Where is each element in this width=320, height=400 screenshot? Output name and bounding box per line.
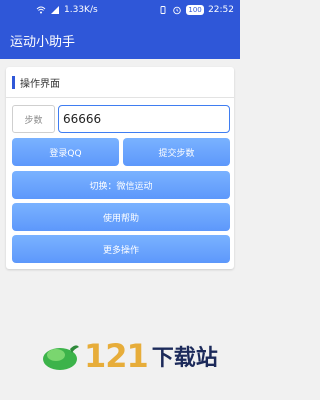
vibrate-icon <box>160 6 166 14</box>
help-button[interactable]: 使用帮助 <box>12 203 230 231</box>
network-speed: 1.33K/s <box>64 5 98 15</box>
app-bar: 运动小助手 <box>0 21 240 59</box>
operation-panel: 操作界面 步数 登录QQ 提交步数 切换：微信运动 使用帮助 更多操作 <box>6 67 234 269</box>
panel-title: 操作界面 <box>20 79 60 90</box>
panel-header: 操作界面 <box>12 75 60 90</box>
status-bar: 1.33K/s 100 22:52 <box>0 0 240 21</box>
signal-icon <box>51 6 59 14</box>
submit-steps-button[interactable]: 提交步数 <box>123 138 230 166</box>
watermark: 121 下载站 <box>40 336 220 376</box>
watermark-logo-icon <box>43 345 79 370</box>
steps-label: 步数 <box>12 105 55 133</box>
battery-indicator: 100 <box>186 5 205 15</box>
steps-input[interactable] <box>58 105 230 133</box>
watermark-number: 121 <box>84 337 149 375</box>
alarm-icon <box>173 6 181 15</box>
divider <box>6 97 234 98</box>
more-actions-button[interactable]: 更多操作 <box>12 235 230 263</box>
app-title: 运动小助手 <box>10 34 76 50</box>
section-accent-bar <box>12 76 15 89</box>
switch-wechat-sport-button[interactable]: 切换：微信运动 <box>12 171 230 199</box>
watermark-text: 下载站 <box>151 346 218 371</box>
login-qq-button[interactable]: 登录QQ <box>12 138 119 166</box>
wifi-icon <box>36 6 46 14</box>
clock: 22:52 <box>208 5 234 15</box>
